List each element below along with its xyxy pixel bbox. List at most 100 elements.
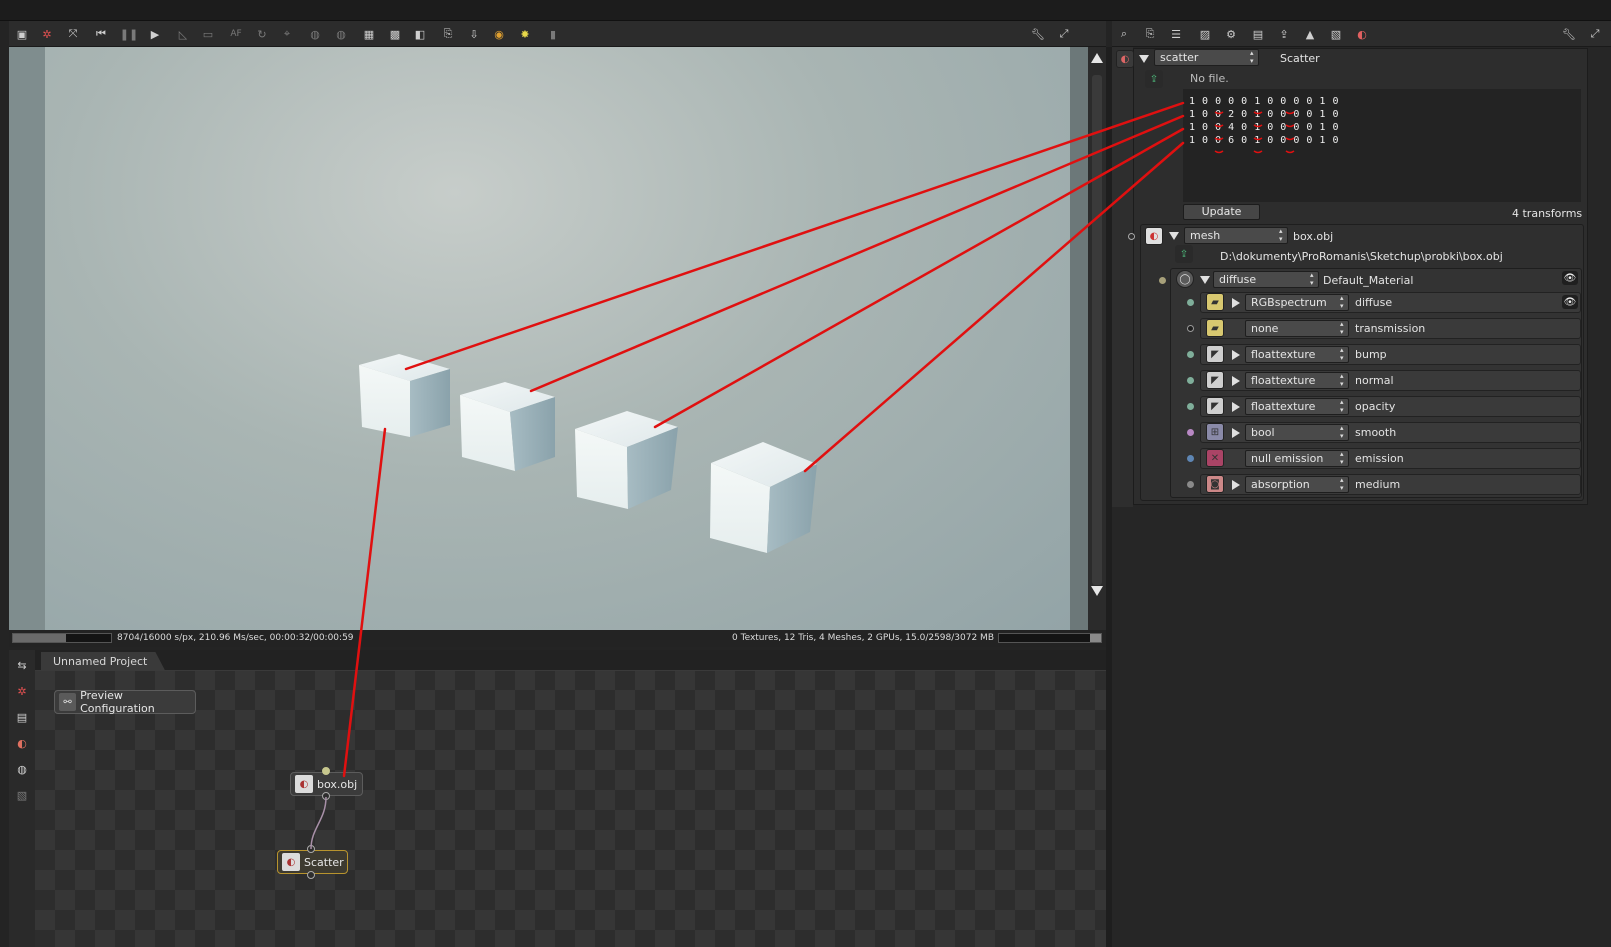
texture-node-icon[interactable]: ▧ [13,786,31,804]
wrench-icon[interactable]: 🔧︎ [1560,25,1578,43]
pause-render-icon[interactable]: ❚❚ [120,25,138,43]
checker-icon[interactable]: ◧ [411,25,429,43]
matrix-line-4: 1 0 0 6 0 1 0 0 0 0 1 0 [1189,135,1339,146]
mesh-type-select[interactable]: mesh [1184,227,1288,244]
copy-icon[interactable]: ⎘ [1141,25,1159,43]
object-picker-icon[interactable]: ◍ [332,25,350,43]
expand-diffuse-icon[interactable] [1232,298,1240,308]
pin-visibility-icon-diffuse[interactable]: 👁︎ [1562,295,1578,309]
picture-icon[interactable]: ▲ [1301,25,1319,43]
scatter-node-label: Scatter [304,855,344,869]
list-icon[interactable]: ☰ [1167,25,1185,43]
viewport-scrollbar[interactable] [1088,47,1106,630]
title-bar [0,0,1611,21]
load-file-icon[interactable]: ⇪ [1145,70,1163,88]
scroll-thumb[interactable] [1092,75,1102,585]
image-icon[interactable]: ▨ [1196,25,1214,43]
lock-icon[interactable]: ▮ [544,25,562,43]
clay-mode-icon[interactable]: ▦ [360,25,378,43]
layers-icon[interactable]: ▤ [1249,25,1267,43]
recenter-icon[interactable]: ◉ [490,25,508,43]
expand-normal-icon[interactable] [1232,376,1240,386]
focus-picker-icon[interactable]: ⌖ [278,25,296,43]
pin-type-icon-diffuse: ▰ [1206,293,1224,311]
copy-to-clipboard-icon[interactable]: ⎘ [439,25,457,43]
settings-icon[interactable]: ⚙︎ [1222,25,1240,43]
pin-label-emission: emission [1355,452,1404,465]
scatter-input-pin[interactable] [307,845,315,853]
mesh-pin[interactable] [1128,233,1135,240]
inspector-gutter [1112,47,1133,507]
node-inspector-icon[interactable]: ⌕ [1115,25,1133,43]
maximize-icon[interactable]: ⤢ [1586,25,1604,43]
expand-medium-icon[interactable] [1232,480,1240,490]
input-pin-transmission[interactable] [1187,325,1194,332]
pin-type-select-emission[interactable]: null emission [1245,450,1349,467]
restart-render-icon[interactable]: ⏮ [92,25,110,43]
ruler-icon[interactable]: ◺ [174,25,192,43]
input-pin-emission[interactable] [1187,455,1194,462]
camera-icon[interactable]: ▣ [13,25,31,43]
mesh-input-pin[interactable] [322,767,330,775]
environment-node-icon[interactable]: ◍ [13,760,31,778]
pin-type-select-diffuse[interactable]: RGBspectrum [1245,294,1349,311]
input-pin-medium[interactable] [1187,481,1194,488]
expand-smooth-icon[interactable] [1232,428,1240,438]
input-pin-bump[interactable] [1187,351,1194,358]
input-pin-smooth[interactable] [1187,429,1194,436]
pin-type-select-medium[interactable]: absorption [1245,476,1349,493]
scroll-up-icon[interactable] [1091,53,1103,63]
input-pin-diffuse[interactable] [1187,299,1194,306]
load-mesh-icon[interactable]: ⇪ [1175,245,1193,263]
expand-bump-icon[interactable] [1232,350,1240,360]
material-type-select[interactable]: diffuse [1213,271,1319,288]
input-pin-opacity[interactable] [1187,403,1194,410]
pin-type-select-opacity[interactable]: floattexture [1245,398,1349,415]
render-stats: 8704/16000 s/px, 210.96 Ms/sec, 00:00:32… [117,633,354,643]
preview-configuration-button[interactable]: ⚯ Preview Configuration [54,689,196,715]
rotate-icon[interactable]: ↻ [253,25,271,43]
af-icon[interactable]: AF [227,25,245,43]
mesh-node-label: box.obj [317,777,358,791]
scatter-output-pin[interactable] [307,871,315,879]
viewport-margin [9,47,45,630]
pin-type-icon-emission: ✕ [1206,449,1224,467]
save-image-icon[interactable]: ⇩ [465,25,483,43]
transform-matrix-box[interactable]: 1 0 0 0 0 1 0 0 0 0 1 0 1 0 0 2 0 1 0 0 … [1183,89,1581,202]
material-icon[interactable]: ◐ [1353,25,1371,43]
maximize-icon[interactable]: ⤢ [1055,25,1073,43]
collapse-mesh-icon[interactable] [1169,232,1179,240]
preview-configuration-label: Preview Configuration [80,689,155,715]
pin-type-select-transmission[interactable]: none [1245,320,1349,337]
collapse-material-icon[interactable] [1200,276,1210,284]
export-icon[interactable]: ⇪ [1275,25,1293,43]
geometry-node-icon[interactable]: ◐ [13,734,31,752]
pin-type-select-normal[interactable]: floattexture [1245,372,1349,389]
pin-type-select-bump[interactable]: floattexture [1245,346,1349,363]
subsampling-icon[interactable]: ▩ [386,25,404,43]
region-icon[interactable]: ▭ [199,25,217,43]
update-button[interactable]: Update [1183,204,1260,220]
material-picker-icon[interactable]: ◍ [306,25,324,43]
render-settings-icon[interactable]: ✲ [38,25,56,43]
tab-unnamed-project[interactable]: Unnamed Project [41,652,166,671]
input-pin-normal[interactable] [1187,377,1194,384]
scatter-type-select[interactable]: scatter [1154,49,1259,66]
pin-type-select-smooth[interactable]: bool [1245,424,1349,441]
render-target-icon[interactable]: ✲ [13,682,31,700]
fit-view-icon[interactable]: ⤧ [64,25,82,43]
wrench-icon[interactable]: 🔧︎ [1029,25,1047,43]
light-icon[interactable]: ✸ [516,25,534,43]
start-render-icon[interactable]: ▶ [146,25,164,43]
scroll-down-icon[interactable] [1091,586,1103,596]
pin-label-transmission: transmission [1355,322,1426,335]
graph-icon[interactable]: ⇆ [13,656,31,674]
collapse-scatter-icon[interactable] [1139,55,1149,63]
mesh-output-pin[interactable] [322,792,330,800]
material-visibility-icon[interactable]: 👁︎ [1562,271,1578,285]
camera-node-icon[interactable]: ▤ [13,708,31,726]
render-viewport[interactable] [45,47,1070,630]
expand-opacity-icon[interactable] [1232,402,1240,412]
material-pin[interactable] [1159,277,1166,284]
texture-icon[interactable]: ▧ [1327,25,1345,43]
